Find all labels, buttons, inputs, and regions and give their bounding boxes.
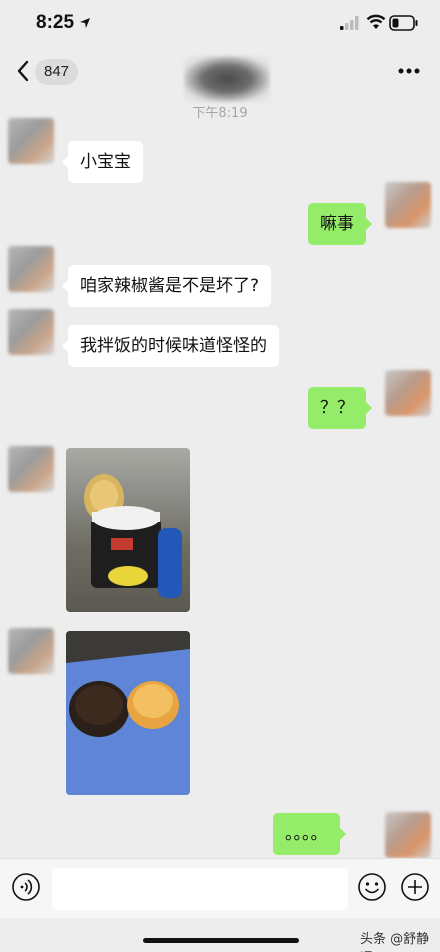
outgoing-message[interactable]: 嘛事 xyxy=(308,203,372,245)
unread-count-badge[interactable]: 847 xyxy=(35,59,79,85)
chat-title-redacted xyxy=(184,56,270,102)
wifi-icon xyxy=(366,14,386,29)
chat-header: 847 xyxy=(0,48,440,102)
cellular-signal-icon xyxy=(340,16,359,30)
my-avatar[interactable] xyxy=(385,812,431,858)
incoming-message[interactable]: 咱家辣椒酱是不是坏了? xyxy=(61,265,272,307)
status-time: 8:25 xyxy=(36,12,75,33)
my-avatar[interactable] xyxy=(385,182,431,228)
contact-avatar[interactable] xyxy=(8,246,54,292)
home-indicator[interactable] xyxy=(143,938,299,943)
message-text-input[interactable] xyxy=(52,868,348,910)
incoming-message[interactable]: 小宝宝 xyxy=(62,141,143,183)
contact-avatar[interactable] xyxy=(8,309,54,355)
message-timestamp: 下午8:19 xyxy=(192,106,248,121)
battery-icon xyxy=(389,15,418,31)
photo-message-two-jars[interactable] xyxy=(66,631,190,795)
location-arrow-icon xyxy=(80,18,90,28)
incoming-message[interactable]: 我拌饭的时候味道怪怪的 xyxy=(62,325,279,367)
status-bar: 8:25 xyxy=(0,0,440,48)
more-options-icon[interactable] xyxy=(398,68,420,74)
contact-avatar[interactable] xyxy=(8,628,54,674)
chili-jar-photo-drawing xyxy=(84,474,182,598)
emoji-icon[interactable] xyxy=(357,872,387,902)
outgoing-message[interactable]: 。。。。 xyxy=(273,813,345,855)
my-avatar[interactable] xyxy=(385,370,431,416)
contact-avatar[interactable] xyxy=(8,446,54,492)
outgoing-message[interactable]: ？？ xyxy=(308,387,372,429)
back-chevron-icon[interactable] xyxy=(16,60,30,82)
photo-message-chili-jar[interactable] xyxy=(66,448,190,612)
add-more-icon[interactable] xyxy=(400,872,430,902)
two-jars-photo-drawing xyxy=(66,631,190,795)
contact-avatar[interactable] xyxy=(8,118,54,164)
voice-input-icon[interactable] xyxy=(11,872,41,902)
watermark-text: 头条 @舒静通 xyxy=(360,932,430,952)
message-input-bar xyxy=(0,858,440,918)
